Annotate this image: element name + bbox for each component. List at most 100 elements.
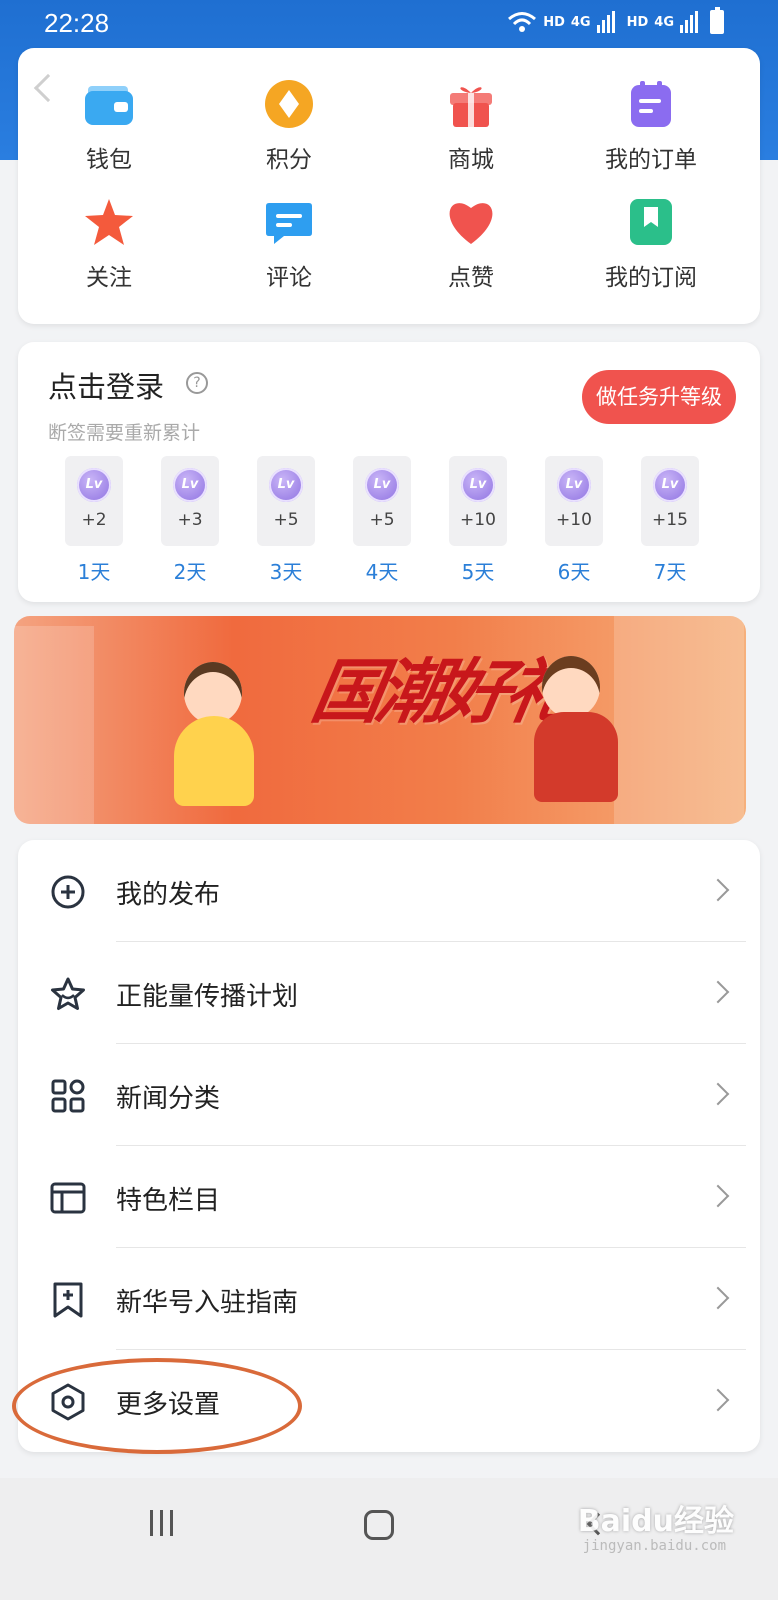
order-icon	[625, 78, 677, 130]
day-points: +3	[177, 510, 203, 530]
level-up-task-button[interactable]: 做任务升等级	[582, 370, 736, 424]
quick-actions-card: 钱包 积分 商城 我的订单 关注 评论 点赞 我的订阅	[18, 48, 760, 324]
day-label: 4天	[365, 560, 399, 584]
table-icon	[48, 1178, 88, 1218]
status-time: 22:28	[44, 8, 110, 38]
grid-label: 我的订单	[605, 147, 697, 173]
checkin-day: Lv +3 2天	[161, 456, 219, 585]
banner-slogan: 国潮好礼	[305, 651, 577, 733]
grid-label: 我的订阅	[605, 265, 697, 291]
day-points: +5	[273, 510, 299, 530]
grid-item-my-orders[interactable]: 我的订单	[586, 78, 716, 174]
sign-in-card: 点击登录 ? 断签需要重新累计 做任务升等级 Lv +2 1天 Lv +3 2天 L…	[18, 342, 760, 602]
checkin-day: Lv +2 1天	[65, 456, 123, 585]
bookmark-icon	[625, 196, 677, 248]
wifi-icon	[508, 12, 537, 32]
watermark-logo: Baidu经验	[577, 1504, 734, 1539]
banner-decoration	[14, 626, 94, 824]
star-icon	[83, 196, 135, 248]
banner-boy-figure	[542, 656, 600, 718]
day-points: +2	[81, 510, 107, 530]
level-badge-icon: Lv	[365, 468, 399, 502]
promo-banner[interactable]: 国潮好礼	[14, 616, 746, 824]
day-label: 6天	[557, 560, 591, 584]
grid-item-points[interactable]: 积分	[224, 78, 354, 174]
checkin-day: Lv +5 4天	[353, 456, 411, 585]
menu-item-label: 正能量传播计划	[116, 982, 299, 1012]
checkin-day: Lv +10 6天	[545, 456, 603, 585]
day-label: 5天	[461, 560, 495, 584]
grid-label: 点赞	[448, 265, 494, 291]
menu-item-label: 特色栏目	[116, 1186, 221, 1216]
signal-icon	[596, 11, 615, 33]
checkin-day: Lv +5 3天	[257, 456, 315, 585]
grid-label: 积分	[266, 147, 312, 173]
banner-girl-figure	[174, 716, 254, 806]
menu-item-positive-energy[interactable]: 正能量传播计划	[18, 942, 760, 1044]
chevron-right-icon	[706, 1388, 730, 1412]
day-points: +5	[369, 510, 395, 530]
grid-item-wallet[interactable]: 钱包	[44, 78, 174, 174]
system-nav-bar: Baidu经验 jingyan.baidu.com	[0, 1478, 778, 1600]
star-outline-icon	[48, 974, 88, 1014]
grid-item-like[interactable]: 点赞	[406, 196, 536, 292]
network-gen-2: 4G	[654, 14, 674, 30]
annotation-highlight	[12, 1358, 302, 1454]
grid-label: 商城	[448, 147, 494, 173]
menu-item-news-categories[interactable]: 新闻分类	[18, 1044, 760, 1146]
menu-item-label: 我的发布	[116, 880, 221, 910]
day-label: 1天	[77, 560, 111, 584]
checkin-day: Lv +15 7天	[641, 456, 699, 585]
level-badge-icon: Lv	[77, 468, 111, 502]
plus-circle-icon	[48, 872, 88, 912]
signal-icon	[680, 11, 698, 33]
bookmark-plus-icon	[48, 1280, 88, 1320]
day-points: +10	[460, 510, 496, 530]
sign-in-subtitle: 断签需要重新累计	[48, 422, 201, 444]
grid-label: 钱包	[86, 147, 132, 173]
grid-item-mall[interactable]: 商城	[406, 78, 536, 174]
day-label: 7天	[653, 560, 687, 584]
menu-item-my-posts[interactable]: 我的发布	[18, 840, 760, 942]
comment-icon	[263, 196, 315, 248]
grid-label: 关注	[86, 265, 132, 291]
day-label: 3天	[269, 560, 303, 584]
chevron-right-icon	[706, 1082, 730, 1106]
network-type-1: HD	[543, 14, 565, 30]
grid-item-subscriptions[interactable]: 我的订阅	[586, 196, 716, 292]
day-label: 2天	[173, 560, 207, 584]
chevron-right-icon	[706, 1184, 730, 1208]
login-prompt[interactable]: 点击登录	[48, 364, 164, 406]
grid-icon	[48, 1076, 88, 1116]
day-points: +15	[652, 510, 688, 530]
points-icon	[263, 78, 315, 130]
banner-decoration	[614, 616, 744, 824]
chevron-right-icon	[706, 980, 730, 1004]
grid-item-follow[interactable]: 关注	[44, 196, 174, 292]
banner-boy-figure	[534, 712, 618, 802]
day-points: +10	[556, 510, 592, 530]
home-button[interactable]	[364, 1510, 394, 1540]
checkin-day: Lv +10 5天	[449, 456, 507, 585]
level-badge-icon: Lv	[557, 468, 591, 502]
level-badge-icon: Lv	[461, 468, 495, 502]
menu-item-featured-columns[interactable]: 特色栏目	[18, 1146, 760, 1248]
chevron-right-icon	[706, 878, 730, 902]
grid-item-comment[interactable]: 评论	[224, 196, 354, 292]
network-gen-1: 4G	[570, 14, 591, 30]
chevron-right-icon	[706, 1286, 730, 1310]
wallet-icon	[83, 78, 135, 130]
recents-button[interactable]	[150, 1510, 173, 1536]
heart-icon	[445, 196, 497, 248]
watermark-url: jingyan.baidu.com	[582, 1538, 726, 1554]
help-icon[interactable]: ?	[186, 372, 208, 394]
level-badge-icon: Lv	[269, 468, 303, 502]
menu-item-label: 新华号入驻指南	[116, 1288, 299, 1318]
gift-icon	[445, 78, 497, 130]
status-icons: HD 4G HD 4G	[507, 7, 724, 34]
menu-item-label: 新闻分类	[116, 1084, 221, 1114]
status-bar: 22:28 HD 4G HD 4G	[0, 0, 778, 46]
menu-item-xinhua-guide[interactable]: 新华号入驻指南	[18, 1248, 760, 1350]
banner-girl-figure	[184, 662, 242, 724]
battery-icon	[710, 7, 724, 34]
